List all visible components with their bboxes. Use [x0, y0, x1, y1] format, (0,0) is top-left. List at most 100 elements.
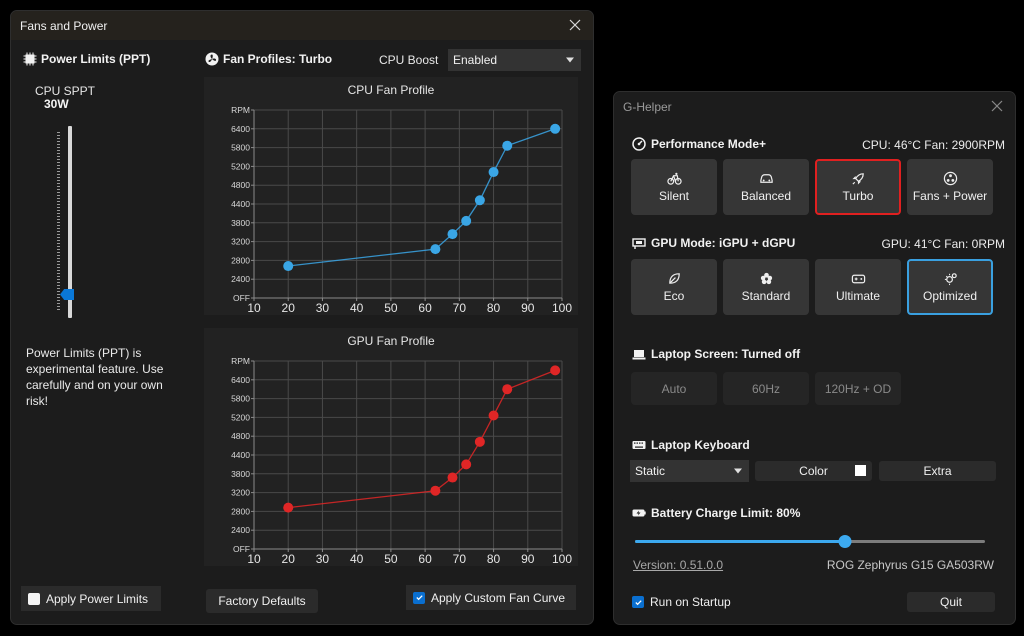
apply-custom-fan-curve-checkbox[interactable]: Apply Custom Fan Curve: [406, 585, 576, 610]
cpu-boost-value: Enabled: [453, 53, 498, 67]
factory-defaults-button[interactable]: Factory Defaults: [206, 589, 318, 613]
data-point[interactable]: [474, 436, 485, 447]
bicycle-icon: [666, 172, 682, 185]
x-tick-label: 40: [350, 301, 364, 315]
x-tick-label: 60: [418, 301, 432, 315]
y-tick-label: 5800: [231, 143, 250, 153]
data-point[interactable]: [430, 244, 441, 255]
keyboard-color-button[interactable]: Color: [755, 461, 872, 481]
data-point[interactable]: [461, 215, 472, 226]
data-point[interactable]: [447, 229, 458, 240]
checkbox-checked-icon: [632, 596, 644, 608]
keyboard-color-label: Color: [799, 464, 828, 478]
battery-limit-slider[interactable]: [635, 534, 985, 548]
data-point[interactable]: [430, 485, 441, 496]
laptop-screen-title: Laptop Screen: Turned off: [651, 347, 801, 361]
y-tick-label: 3800: [231, 469, 250, 479]
gpu-fan-profile-chart[interactable]: GPU Fan Profile 10 20 30 40 50 60 70 80 90 100 OFF 2…: [204, 328, 578, 566]
cpu-fan-profile-chart[interactable]: CPU Fan Profile 10 20 30 40 50 60 70 80 90 100 OFF 2…: [204, 77, 578, 315]
x-tick-label: 50: [384, 301, 398, 315]
keyboard-icon: [632, 441, 646, 449]
g-helper-title: G-Helper: [623, 100, 672, 114]
screen-60hz-button[interactable]: 60Hz: [723, 372, 809, 405]
x-tick-label: 40: [350, 552, 364, 566]
run-on-startup-label: Run on Startup: [650, 595, 731, 609]
apply-custom-fan-curve-label: Apply Custom Fan Curve: [431, 590, 566, 605]
performance-mode-header: Performance Mode+: [632, 137, 766, 151]
screen-120hz-od-button[interactable]: 120Hz + OD: [815, 372, 901, 405]
series-line: [288, 369, 556, 509]
data-point[interactable]: [550, 365, 561, 376]
cpu-boost-dropdown[interactable]: Enabled: [448, 49, 581, 71]
y-tick-label: 6400: [231, 375, 250, 385]
y-tick-label: 2800: [231, 506, 250, 516]
mode-balanced-button[interactable]: Balanced: [723, 159, 809, 215]
close-icon: [569, 19, 581, 31]
gpu-ultimate-button[interactable]: Ultimate: [815, 259, 901, 315]
data-point[interactable]: [283, 261, 294, 272]
fan-icon: [943, 171, 957, 186]
mode-turbo-button[interactable]: Turbo: [815, 159, 901, 215]
data-point[interactable]: [283, 502, 294, 513]
keyboard-mode-value: Static: [635, 464, 666, 478]
gpu-ultimate-label: Ultimate: [835, 289, 880, 303]
cpu-boost-label: CPU Boost: [379, 53, 439, 67]
x-tick-label: 70: [453, 301, 467, 315]
chevron-down-icon: [734, 468, 742, 474]
apply-power-limits-checkbox[interactable]: Apply Power Limits: [21, 586, 161, 611]
gpu-standard-button[interactable]: Standard: [723, 259, 809, 315]
data-point[interactable]: [502, 384, 513, 395]
slider-ticks: [57, 132, 60, 312]
y-tick-label: 2800: [231, 255, 250, 265]
mode-fans-power-label: Fans + Power: [912, 189, 988, 203]
y-tick-label: 4800: [231, 180, 250, 190]
y-tick-label: 5200: [231, 412, 250, 422]
x-tick-label: 20: [282, 301, 296, 315]
x-tick-label: 80: [487, 301, 501, 315]
data-point[interactable]: [474, 195, 485, 206]
performance-mode-title: Performance Mode+: [651, 137, 767, 151]
car-icon: [759, 174, 773, 183]
run-on-startup-checkbox[interactable]: Run on Startup: [628, 592, 748, 612]
data-point[interactable]: [447, 472, 458, 483]
slider-thumb[interactable]: [838, 535, 852, 548]
g-helper-window: G-Helper Performance Mode+ CPU: 46°C Fan…: [613, 91, 1016, 625]
data-point[interactable]: [488, 167, 499, 178]
cpu-sppt-value: 30W: [44, 97, 69, 111]
slider-thumb[interactable]: [60, 289, 74, 300]
g-helper-titlebar: G-Helper: [614, 92, 1015, 122]
screen-auto-button[interactable]: Auto: [631, 372, 717, 405]
fans-window-close-button[interactable]: [565, 15, 585, 35]
x-tick-label: 100: [552, 552, 572, 566]
data-point[interactable]: [461, 459, 472, 470]
data-point[interactable]: [488, 410, 499, 421]
data-point[interactable]: [550, 123, 561, 134]
cpu-sppt-slider[interactable]: [55, 126, 75, 318]
gpu-eco-button[interactable]: Eco: [631, 259, 717, 315]
x-tick-label: 100: [552, 301, 572, 315]
quit-button[interactable]: Quit: [907, 592, 995, 612]
y-tick-label: 4400: [231, 450, 250, 460]
y-tick-label: 3800: [231, 218, 250, 228]
gpu-mode-title: GPU Mode: iGPU + dGPU: [651, 236, 796, 250]
fan-icon: [205, 52, 219, 66]
gpu-card-icon: [632, 238, 646, 249]
gpu-mode-header: GPU Mode: iGPU + dGPU: [632, 236, 795, 250]
keyboard-mode-dropdown[interactable]: Static: [630, 460, 749, 482]
g-helper-close-button[interactable]: [987, 96, 1007, 116]
model-name: ROG Zephyrus G15 GA503RW: [826, 558, 994, 572]
fan-profiles-header: Fan Profiles: Turbo: [205, 52, 332, 66]
leaf-icon: [668, 273, 680, 284]
gpu-eco-label: Eco: [663, 289, 685, 303]
data-point[interactable]: [502, 140, 513, 151]
x-tick-label: 20: [282, 552, 296, 566]
checkbox-checked-icon: [413, 591, 425, 604]
mode-fans-power-button[interactable]: Fans + Power: [907, 159, 993, 215]
version-link[interactable]: Version: 0.51.0.0: [633, 558, 723, 572]
battery-title: Battery Charge Limit: 80%: [651, 506, 801, 520]
mode-silent-button[interactable]: Silent: [631, 159, 717, 215]
keyboard-extra-button[interactable]: Extra: [879, 461, 996, 481]
gpu-optimized-button[interactable]: Optimized: [907, 259, 993, 315]
x-tick-label: 70: [453, 552, 467, 566]
rocket-icon: [851, 173, 864, 185]
